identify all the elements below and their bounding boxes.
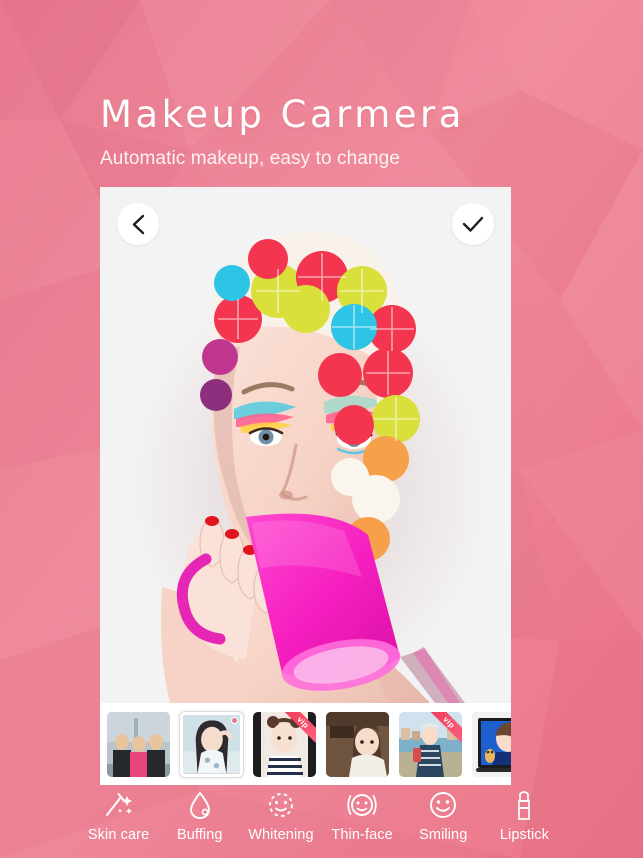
page-title: Makeup Carmera — [100, 93, 465, 136]
photo-stage — [100, 187, 511, 703]
thumbnail-item-selected[interactable] — [180, 711, 243, 777]
bottom-toolbar[interactable]: Skin care Buffing Whitening Thin-face Sm… — [0, 785, 643, 858]
header: Makeup Carmera Automatic makeup, easy to… — [100, 96, 465, 170]
thumbnail-item[interactable] — [107, 711, 170, 777]
toolbar-item-lipstick[interactable]: Lipstick — [484, 789, 565, 843]
selection-indicator-dot — [231, 716, 238, 724]
page-subtitle: Automatic makeup, easy to change — [100, 148, 400, 169]
dashed-face-icon — [265, 789, 297, 821]
chevron-left-icon — [132, 214, 144, 234]
lipstick-icon — [513, 789, 535, 821]
toolbar-item-label: Skin care — [87, 827, 150, 843]
toolbar-item-label: Whitening — [248, 827, 314, 843]
thumbnail-image — [107, 711, 170, 777]
thumbnail-item-vip[interactable]: vip — [399, 711, 462, 777]
check-icon — [462, 216, 484, 232]
toolbar-item-thin-face[interactable]: Thin-face — [322, 789, 403, 843]
thumbnail-item-vip[interactable]: vip — [253, 711, 316, 777]
thumbnail-item[interactable] — [472, 711, 511, 777]
toolbar-item-buffing[interactable]: Buffing — [159, 789, 240, 843]
thin-face-icon — [344, 789, 380, 821]
toolbar-item-smiling[interactable]: Smiling — [403, 789, 484, 843]
thumbnail-item[interactable] — [326, 711, 389, 777]
model-photo — [100, 187, 511, 703]
app-screenshot-panel: vip vip — [100, 187, 511, 785]
toolbar-item-label: Thin-face — [331, 827, 393, 843]
thumbnail-image — [326, 711, 389, 777]
toolbar-item-whitening[interactable]: Whitening — [240, 789, 321, 843]
thumbnail-image — [472, 711, 511, 777]
toolbar-item-label: Buffing — [176, 827, 223, 843]
back-button[interactable] — [117, 203, 159, 245]
thumbnail-image — [253, 711, 316, 777]
confirm-button[interactable] — [452, 203, 494, 245]
toolbar-item-label: Lipstick — [499, 827, 550, 843]
toolbar-item-label: Smiling — [419, 827, 468, 843]
water-drop-icon — [187, 789, 213, 821]
smiley-face-icon — [428, 789, 458, 821]
thumbnail-image — [399, 711, 462, 777]
thumbnail-strip[interactable]: vip vip — [100, 703, 511, 785]
toolbar-item-skin-care[interactable]: Skin care — [78, 789, 159, 843]
magic-wand-icon — [104, 789, 134, 821]
